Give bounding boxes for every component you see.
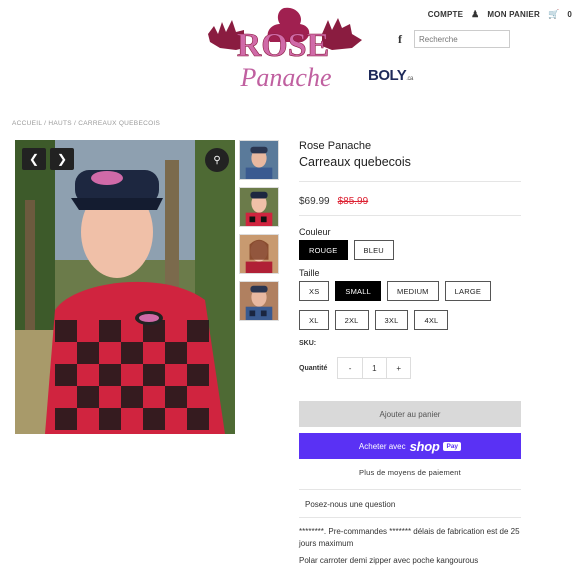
shop-pay-button[interactable]: Acheter avec shop Pay	[299, 433, 521, 459]
cart-link[interactable]: MON PANIER	[487, 10, 540, 19]
product-description-2: Polar carroter demi zipper avec poche ka…	[299, 556, 479, 565]
logo-line1: ROSE	[237, 27, 330, 64]
price-current: $69.99	[299, 196, 330, 207]
quantity-input[interactable]: 1	[361, 358, 388, 378]
more-payment-link[interactable]: Plus de moyens de paiement	[299, 468, 521, 477]
cart-icon[interactable]: 🛒	[548, 9, 559, 20]
header-links: COMPTE ♟ MON PANIER 🛒 0	[428, 9, 572, 20]
thumbnail-4[interactable]	[239, 281, 279, 321]
size-option-medium[interactable]: MEDIUM	[387, 281, 439, 301]
logo-line2: Panache	[240, 63, 332, 92]
prev-image-button[interactable]: ❮	[22, 148, 46, 170]
divider	[299, 489, 521, 490]
divider	[299, 517, 521, 518]
search-input[interactable]	[414, 30, 510, 48]
product-title: Carreaux quebecois	[299, 155, 411, 169]
ask-question-link[interactable]: Posez-nous une question	[305, 500, 521, 509]
zoom-button[interactable]: ⚲	[205, 148, 229, 172]
account-link[interactable]: COMPTE	[428, 10, 463, 19]
size-option-large[interactable]: LARGE	[444, 281, 492, 301]
size-option-3xl[interactable]: 3XL	[374, 310, 409, 330]
size-option-xl[interactable]: XL	[299, 310, 329, 330]
color-options: ROUGE BLEU	[299, 240, 521, 260]
sku-label: SKU:	[299, 340, 317, 347]
quantity-minus-button[interactable]: -	[338, 358, 361, 378]
add-to-cart-button[interactable]: Ajouter au panier	[299, 401, 521, 427]
user-icon[interactable]: ♟	[471, 9, 479, 20]
price-original: $85.99	[337, 196, 369, 207]
size-option-4xl[interactable]: 4XL	[414, 310, 449, 330]
size-options-row2: XL 2XL 3XL 4XL	[299, 310, 521, 330]
thumbnail-1[interactable]	[239, 140, 279, 180]
shop-pay-logo: shop	[409, 438, 440, 454]
quantity-label: Quantité	[299, 364, 328, 372]
facebook-icon[interactable]: f	[398, 32, 408, 47]
partner-logo[interactable]: BOLY.ca	[368, 67, 413, 84]
product-panel: Rose Panache Carreaux quebecois $69.99 $…	[299, 140, 521, 567]
size-option-2xl[interactable]: 2XL	[334, 310, 369, 330]
size-label: Taille	[299, 268, 320, 278]
thumbnail-2[interactable]	[239, 187, 279, 227]
zoom-icon: ⚲	[213, 154, 221, 166]
color-option-rouge[interactable]: ROUGE	[299, 240, 348, 260]
breadcrumb[interactable]: ACCUEIL / HAUTS / CARREAUX QUEBECOIS	[12, 120, 160, 127]
size-option-small[interactable]: SMALL	[335, 281, 382, 301]
cart-count: 0	[567, 10, 572, 19]
product-main-image[interactable]	[15, 140, 235, 434]
product-description-1: ********. Pre-commandes ******* délais d…	[299, 527, 520, 548]
shop-pay-prefix: Acheter avec	[358, 441, 406, 451]
size-option-xs[interactable]: XS	[299, 281, 330, 301]
chevron-right-icon: ❯	[56, 152, 68, 166]
partner-suffix: .ca	[406, 76, 413, 82]
price-row: $69.99 $85.99	[299, 196, 521, 207]
partner-name: BOLY	[368, 67, 407, 84]
product-brand[interactable]: Rose Panache	[299, 140, 521, 152]
quantity-plus-button[interactable]: +	[387, 358, 410, 378]
size-options-row1: XS SMALL MEDIUM LARGE	[299, 281, 521, 301]
color-label: Couleur	[299, 227, 331, 237]
divider	[299, 215, 521, 216]
divider	[299, 181, 521, 182]
site-logo[interactable]: ROSE Panache	[200, 4, 366, 96]
color-option-bleu[interactable]: BLEU	[353, 240, 394, 260]
shop-pay-badge: Pay	[443, 441, 462, 451]
quantity-stepper: - 1 +	[337, 357, 412, 379]
thumbnail-3[interactable]	[239, 234, 279, 274]
chevron-left-icon: ❮	[28, 152, 40, 166]
thumbnail-list	[239, 140, 279, 328]
search-row: f	[398, 30, 510, 48]
next-image-button[interactable]: ❯	[50, 148, 74, 170]
quantity-row: Quantité - 1 +	[299, 357, 521, 379]
